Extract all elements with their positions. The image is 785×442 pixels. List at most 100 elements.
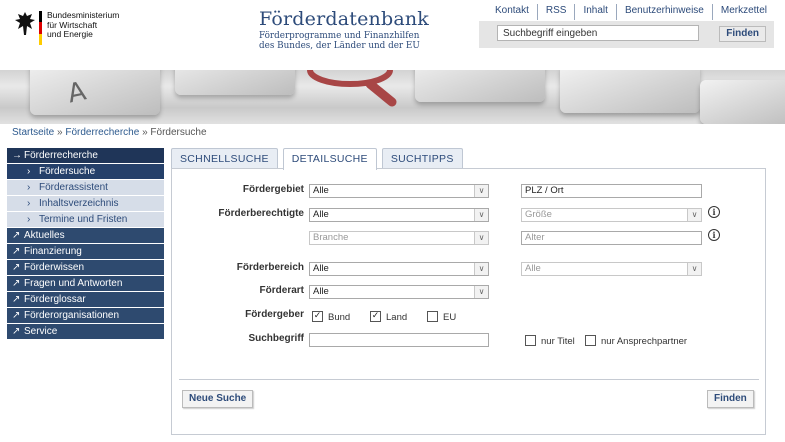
tab-suchtipps[interactable]: SUCHTIPPS [381, 148, 463, 169]
topnav-kontakt[interactable]: Kontakt [487, 4, 537, 20]
tab-schnellsuche[interactable]: SCHNELLSUCHE [171, 148, 278, 169]
sidebar-item-foerderwissen[interactable]: ↗ Förderwissen [7, 260, 164, 276]
suchbegriff-label: Suchbegriff [248, 333, 304, 344]
select-value: Alle [313, 286, 329, 297]
keyboard-key [415, 70, 545, 102]
checkbox-nur-ansprechpartner[interactable] [585, 335, 596, 346]
suchbegriff-input[interactable] [309, 333, 489, 347]
sidebar-item-label: Finanzierung [24, 246, 82, 257]
arrow-up-right-icon: ↗ [12, 294, 21, 305]
chevron-down-icon: ∨ [474, 286, 488, 298]
search-button[interactable]: Finden [719, 26, 766, 42]
chevron-down-icon: ∨ [474, 209, 488, 221]
foerderart-label: Förderart [259, 285, 304, 296]
sidebar-item-finanzierung[interactable]: ↗ Finanzierung [7, 244, 164, 260]
sidebar-item-label: Fragen und Antworten [24, 278, 123, 289]
topnav-merkzettel[interactable]: Merkzettel [711, 4, 775, 20]
chevron-right-icon: › [27, 198, 31, 209]
checkbox-bund[interactable]: ✓ [312, 311, 323, 322]
select-value: Branche [313, 232, 349, 243]
tab-detailsuche[interactable]: DETAILSUCHE [282, 148, 377, 170]
plz-ort-input[interactable]: PLZ / Ort [521, 184, 702, 198]
sidebar-item-fragen[interactable]: ↗ Fragen und Antworten [7, 276, 164, 292]
sidebar-item-termine[interactable]: › Termine und Fristen [7, 212, 164, 228]
chevron-right-icon: › [27, 214, 31, 225]
breadcrumb-startseite[interactable]: Startseite [12, 127, 54, 138]
foerderberechtigte-label: Förderberechtigte [218, 208, 304, 219]
chevron-right-icon: › [27, 182, 31, 193]
sidebar-item-aktuelles[interactable]: ↗ Aktuelles [7, 228, 164, 244]
branche-select[interactable]: Branche ∨ [309, 231, 489, 245]
breadcrumb-current: Fördersuche [150, 127, 207, 138]
info-icon[interactable]: i [708, 229, 720, 241]
sidebar-item-label: Förderassistent [39, 182, 108, 193]
keyboard-key [30, 70, 160, 115]
select-value: Alle [525, 263, 541, 274]
checkbox-land-label: Land [386, 312, 408, 323]
sidebar-item-service[interactable]: ↗ Service [7, 324, 164, 340]
magnifier-icon [307, 70, 397, 107]
sidebar-item-label: Service [24, 326, 58, 337]
select-value: Alle [313, 185, 329, 196]
foerderberechtigte-select[interactable]: Alle ∨ [309, 208, 489, 222]
chevron-right-icon: › [27, 166, 31, 177]
search-tabs: SCHNELLSUCHE DETAILSUCHE SUCHTIPPS [171, 148, 468, 170]
sidebar-item-label: Inhaltsverzeichnis [39, 198, 119, 209]
foerdergeber-label: Fördergeber [245, 309, 304, 320]
arrow-right-icon: → [12, 150, 22, 161]
sidebar-item-foerdersuche[interactable]: › Fördersuche [7, 164, 164, 180]
sidebar-item-foerderassistent[interactable]: › Förderassistent [7, 180, 164, 196]
chevron-down-icon: ∨ [474, 232, 488, 244]
breadcrumb-separator: » [142, 127, 148, 138]
foerderbereich-select[interactable]: Alle ∨ [309, 262, 489, 276]
finden-button[interactable]: Finden [707, 390, 754, 408]
foerderbereich-label: Förderbereich [236, 262, 304, 273]
search-input[interactable]: Suchbegriff eingeben [497, 25, 699, 41]
arrow-up-right-icon: ↗ [12, 230, 21, 241]
checkbox-nur-titel[interactable] [525, 335, 536, 346]
alter-input[interactable]: Alter [521, 231, 702, 245]
arrow-up-right-icon: ↗ [12, 310, 21, 321]
topnav-inhalt[interactable]: Inhalt [574, 4, 615, 20]
topnav-rss[interactable]: RSS [536, 4, 575, 20]
top-navigation: Kontakt RSS Inhalt Benutzerhinweise Merk… [487, 4, 775, 20]
keyboard-key [560, 70, 700, 113]
sidebar-item-label: Termine und Fristen [39, 214, 128, 225]
neue-suche-button[interactable]: Neue Suche [182, 390, 254, 408]
info-icon[interactable]: i [708, 206, 720, 218]
site-title[interactable]: Förderdatenbank [259, 8, 429, 30]
ministry-logo[interactable]: Bundesministerium für Wirtschaft und Ene… [12, 8, 162, 58]
checkbox-land[interactable]: ✓ [370, 311, 381, 322]
sidebar-item-foerderrecherche[interactable]: → Förderrecherche [7, 148, 164, 164]
eagle-icon [15, 12, 35, 35]
sidebar-item-foerderorganisationen[interactable]: ↗ Förderorganisationen [7, 308, 164, 324]
breadcrumb: Startseite » Förderrecherche » Fördersuc… [12, 127, 207, 138]
nur-ansprechpartner-label: nur Ansprechpartner [601, 336, 688, 347]
select-value: Größe [525, 209, 552, 220]
site-subtitle: Förderprogramme und Finanzhilfen des Bun… [259, 31, 420, 51]
sidebar-item-foerderglossar[interactable]: ↗ Förderglossar [7, 292, 164, 308]
checkbox-eu-label: EU [443, 312, 457, 323]
sidebar-item-label: Aktuelles [24, 230, 65, 241]
sidebar-item-label: Fördersuche [39, 166, 96, 177]
sidebar-item-inhaltsverzeichnis[interactable]: › Inhaltsverzeichnis [7, 196, 164, 212]
foerdergebiet-select[interactable]: Alle ∨ [309, 184, 489, 198]
sidebar-item-label: Förderrecherche [24, 150, 98, 161]
select-value: Alle [313, 209, 329, 220]
arrow-up-right-icon: ↗ [12, 246, 21, 257]
sidebar-item-label: Förderglossar [24, 294, 86, 305]
checkbox-eu[interactable] [427, 311, 438, 322]
keyboard-banner: A [0, 70, 785, 124]
foerdergebiet-label: Fördergebiet [242, 184, 304, 195]
arrow-up-right-icon: ↗ [12, 326, 21, 337]
site-header: Bundesministerium für Wirtschaft und Ene… [0, 0, 785, 70]
foerderbereich-sub-select[interactable]: Alle ∨ [521, 262, 702, 276]
breadcrumb-separator: » [57, 127, 63, 138]
chevron-down-icon: ∨ [687, 209, 701, 221]
groesse-select[interactable]: Größe ∨ [521, 208, 702, 222]
breadcrumb-foerderrecherche[interactable]: Förderrecherche [65, 127, 139, 138]
topnav-benutzerhinweise[interactable]: Benutzerhinweise [615, 4, 712, 20]
keyboard-key [175, 70, 295, 95]
foerderart-select[interactable]: Alle ∨ [309, 285, 489, 299]
sidebar-item-label: Förderorganisationen [24, 310, 120, 321]
